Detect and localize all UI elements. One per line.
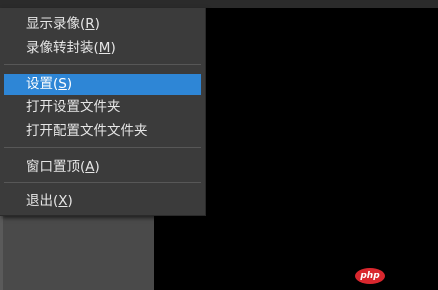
php-watermark-logo: php: [355, 268, 385, 284]
menu-item-exit[interactable]: 退出(X): [4, 191, 201, 212]
menu-separator: [4, 64, 201, 65]
menubar: [0, 0, 438, 8]
app-window: 显示录像(R) 录像转封装(M) 设置(S) 打开设置文件夹 打开配置文件文件夹…: [0, 0, 438, 290]
menu-separator: [4, 182, 201, 183]
menu-item-open-settings-folder[interactable]: 打开设置文件夹: [4, 97, 201, 118]
menu-item-settings[interactable]: 设置(S): [4, 74, 201, 95]
menu-item-show-recordings[interactable]: 显示录像(R): [4, 14, 201, 35]
menu-item-remux-recording[interactable]: 录像转封装(M): [4, 38, 201, 59]
menu-separator: [4, 147, 201, 148]
file-menu-dropdown: 显示录像(R) 录像转封装(M) 设置(S) 打开设置文件夹 打开配置文件文件夹…: [0, 8, 206, 216]
menu-item-open-profile-folder[interactable]: 打开配置文件文件夹: [4, 121, 201, 142]
menu-item-always-on-top[interactable]: 窗口置顶(A): [4, 157, 201, 178]
